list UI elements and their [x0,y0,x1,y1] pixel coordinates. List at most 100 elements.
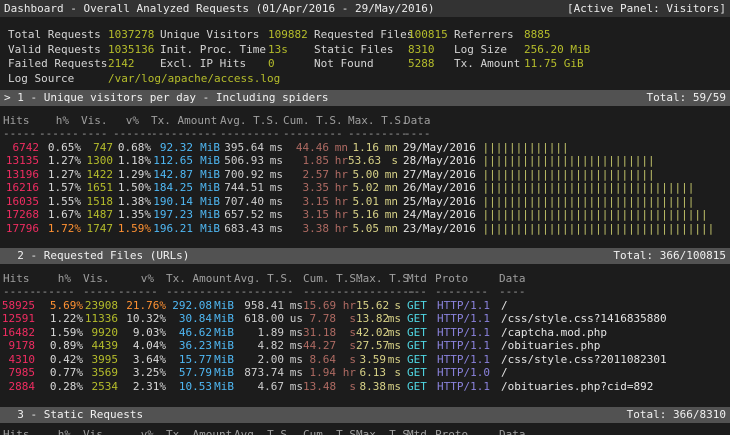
table-row[interactable]: 79850.77%35693.25%57.79MiB873.74ms1.94hr… [0,366,730,379]
cell-method: GET [401,339,429,352]
column-header: Max. T.S. [356,272,401,285]
cell-tx-val: 196.21 [151,222,193,235]
cell-cum-unit: s [336,339,356,352]
cell-avg-val: 4.82 [234,339,284,352]
cell-tx-val: 190.14 [151,195,193,208]
table-row[interactable]: 160351.55%15181.38%190.14MiB707.40ms3.15… [0,195,730,208]
cell-max-unit: mn [379,222,398,235]
cell-max-unit: mn [379,168,398,181]
column-header: h% [35,428,83,435]
table-row[interactable]: 67420.65%7470.68%92.32MiB395.64ms44.46mn… [0,141,730,154]
cell-visitors: 1651 [81,181,113,194]
bar-chart: |||||||||||||||||||||||||||||||| [476,195,695,208]
cell-tx-unit: MiB [212,380,234,393]
column-header: Hits [0,114,39,127]
cell-max-val: 5.16 [348,208,379,221]
cell-hits: 6742 [0,141,39,154]
cell-hits: 9178 [0,339,35,352]
cell-tx-val: 57.79 [166,366,212,379]
summary-value: 8885 [524,28,730,43]
table-row[interactable]: 164821.59%99209.03%46.62MiB1.89ms31.18s4… [0,326,730,339]
summary-label: Init. Proc. Time [160,43,268,58]
panel-header[interactable]: 3 - Static Requests Total: 366/8310 [0,407,730,423]
table-row[interactable]: 177961.72%17471.59%196.21MiB683.43ms3.38… [0,222,730,235]
cell-avg-unit: ms [264,195,283,208]
column-dashes-cell: ------ [113,127,151,140]
summary-value: 256.20 MiB [524,43,730,58]
cell-hits-pct: 1.55% [39,195,81,208]
cell-method: GET [401,312,429,325]
summary-label: Requested Files [314,28,408,43]
cell-cum-unit: hr [329,208,348,221]
cell-avg-val: 506.93 [220,154,264,167]
cell-data-wrap: 27/May/2016 |||||||||||||||||||||||||| [398,168,730,181]
table-row[interactable]: 131351.27%13001.18%112.65MiB506.93ms1.85… [0,154,730,167]
table-row[interactable]: 28840.28%25342.31%10.53MiB4.67ms13.48s8.… [0,380,730,393]
cell-data: 29/May/2016 [403,141,476,154]
cell-vis-pct: 0.68% [113,141,151,154]
table-row[interactable]: 589255.69%2390821.76%292.08MiB958.41ms15… [0,299,730,312]
cell-hits-pct: 1.72% [39,222,81,235]
panel-header[interactable]: 2 - Requested Files (URLs) Total: 366/10… [0,248,730,264]
cell-avg-val: 1.89 [234,326,284,339]
cell-max-unit: mn [379,141,398,154]
cell-max-val: 13.82 [356,312,386,325]
panel-header[interactable]: > 1 - Unique visitors per day - Includin… [0,90,730,106]
cell-cum-val: 44.27 [303,339,336,352]
cell-hits-pct: 1.22% [35,312,83,325]
table-row[interactable]: 125911.22%1133610.32%30.84MiB618.00us7.7… [0,312,730,325]
column-header: h% [39,114,81,127]
cell-avg-unit: ms [284,339,303,352]
cell-protocol: HTTP/1.1 [429,326,493,339]
cell-data: / [493,366,730,379]
cell-cum-val: 2.57 [283,168,329,181]
cell-cum-val: 44.46 [283,141,329,154]
cell-tx-val: 92.32 [151,141,193,154]
table-row[interactable]: 162161.57%16511.50%184.25MiB744.51ms3.35… [0,181,730,194]
cell-tx-unit: MiB [212,339,234,352]
cell-visitors: 2534 [83,380,118,393]
cell-data: 24/May/2016 [403,208,476,221]
cell-max-unit: ms [386,353,401,366]
cell-avg-unit: ms [264,208,283,221]
cell-tx-val: 36.23 [166,339,212,352]
cell-hits-pct: 1.27% [39,154,81,167]
cell-method: GET [401,299,429,312]
cell-hits: 4310 [0,353,35,366]
cell-visitors: 11336 [83,312,118,325]
cell-data-wrap: 29/May/2016 ||||||||||||| [398,141,730,154]
table-row[interactable]: 131961.27%14221.29%142.87MiB700.92ms2.57… [0,168,730,181]
summary-row: Total Requests1037278Unique Visitors1098… [0,28,730,43]
cell-hits: 12591 [0,312,35,325]
column-dashes-cell: ---- [81,127,113,140]
cell-data: 27/May/2016 [403,168,476,181]
cell-tx-unit: MiB [193,195,220,208]
cell-method: GET [401,366,429,379]
cell-visitors: 747 [81,141,113,154]
column-header: Cum. T.S. [303,272,356,285]
cell-avg-unit: ms [284,366,303,379]
cell-avg-unit: ms [284,380,303,393]
panel-total: Total: 366/8310 [627,407,726,423]
cell-cum-unit: hr [329,168,348,181]
column-dashes-cell: ------ [35,285,83,298]
column-header: Tx. Amount [151,114,220,127]
cell-avg-val: 2.00 [234,353,284,366]
cell-avg-val: 744.51 [220,181,264,194]
table-row[interactable]: 172681.67%14871.35%197.23MiB657.52ms3.15… [0,208,730,221]
column-header: v% [118,428,166,435]
summary-value: 13s [268,43,314,58]
cell-cum-unit: hr [329,195,348,208]
column-header: Avg. T.S. [220,114,283,127]
cell-hits: 13196 [0,168,39,181]
cell-cum-unit: hr [336,366,356,379]
cell-max-unit: ms [386,326,401,339]
table-row[interactable]: 91780.89%44394.04%36.23MiB4.82ms44.27s27… [0,339,730,352]
cell-tx-val: 15.77 [166,353,212,366]
column-header: Max. T.S. [348,114,398,127]
column-dashes-cell: --------- [348,127,398,140]
column-dashes-cell: ---- [493,285,730,298]
cell-max-val: 5.01 [348,195,379,208]
cell-avg-unit: us [284,312,303,325]
table-row[interactable]: 43100.42%39953.64%15.77MiB2.00ms8.64s3.5… [0,353,730,366]
